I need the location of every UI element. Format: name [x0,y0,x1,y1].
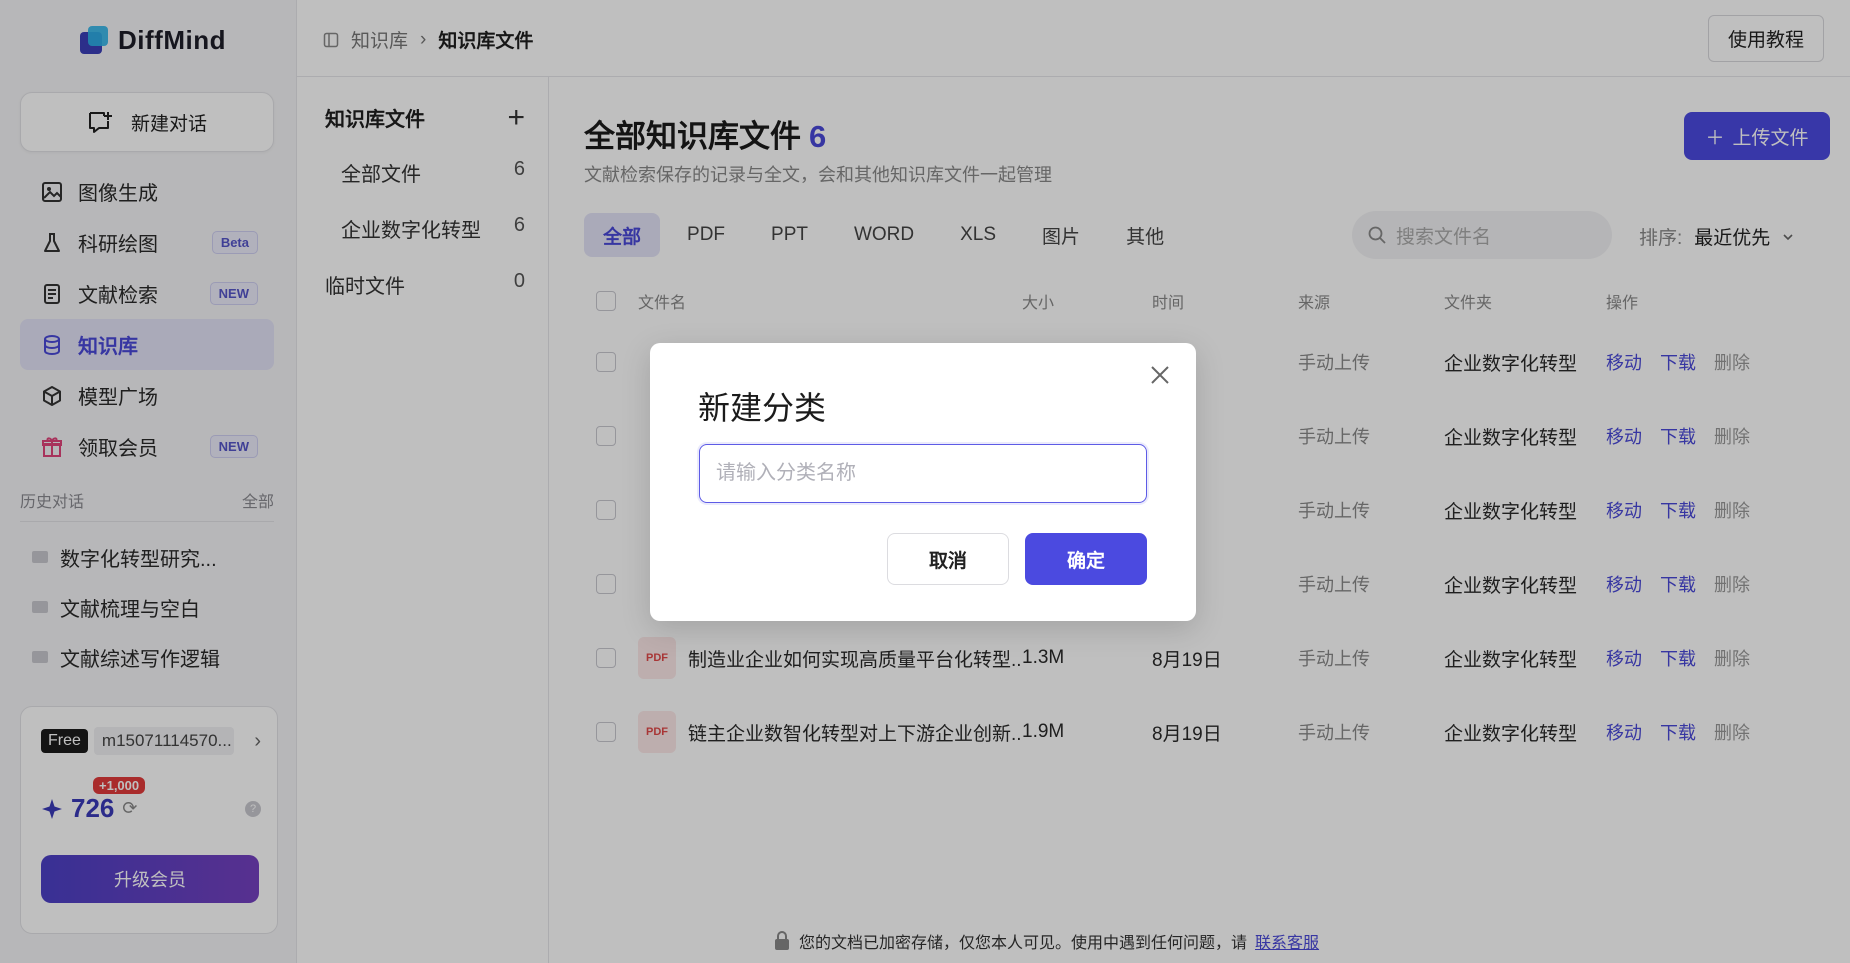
close-icon[interactable] [1146,361,1174,389]
dialog-title: 新建分类 [698,390,827,426]
category-name-input[interactable] [699,444,1147,503]
cancel-button[interactable]: 取消 [887,533,1009,585]
new-category-dialog: 新建分类 取消 确定 [650,343,1196,621]
confirm-button[interactable]: 确定 [1025,533,1147,585]
